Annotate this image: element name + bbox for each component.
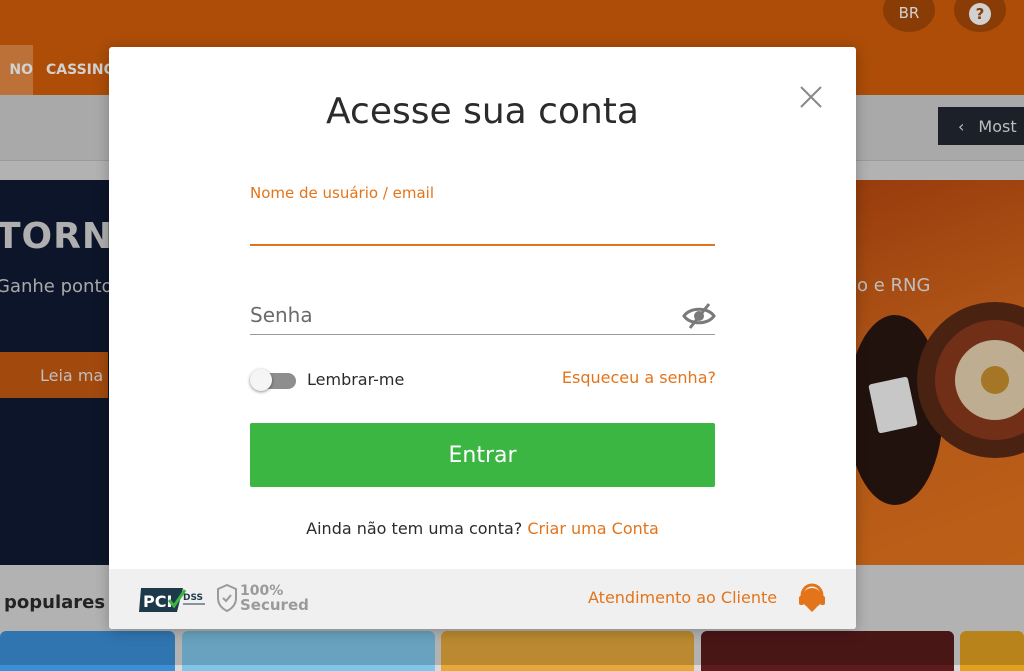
forgot-password-link[interactable]: Esqueceu a senha? xyxy=(556,368,716,387)
login-modal: Acesse sua conta Nome de usuário / email… xyxy=(109,47,856,629)
modal-footer: PCI DSS 100% Secured Atendimento ao Clie… xyxy=(109,569,856,629)
secured-badge: 100% Secured xyxy=(217,584,309,614)
password-underline xyxy=(250,334,715,335)
login-submit-button[interactable]: Entrar xyxy=(250,423,715,487)
remember-me-toggle[interactable] xyxy=(250,369,297,391)
password-input[interactable] xyxy=(250,297,670,333)
username-underline xyxy=(250,244,715,246)
modal-title: Acesse sua conta xyxy=(326,91,639,132)
svg-text:PCI: PCI xyxy=(143,592,172,611)
remember-me-label: Lembrar-me xyxy=(307,370,405,389)
pci-dss-logo: PCI DSS xyxy=(139,588,205,612)
secured-text: Secured xyxy=(240,596,309,614)
eye-slash-icon[interactable] xyxy=(682,301,716,331)
create-account-link[interactable]: Criar uma Conta xyxy=(527,519,658,538)
svg-text:DSS: DSS xyxy=(183,593,203,603)
username-input[interactable] xyxy=(250,210,719,244)
customer-support-link[interactable]: Atendimento ao Cliente xyxy=(588,588,777,607)
shield-lock-icon xyxy=(217,584,237,612)
headset-icon[interactable] xyxy=(798,583,826,613)
signup-prompt-text: Ainda não tem uma conta? xyxy=(306,519,523,538)
signup-prompt: Ainda não tem uma conta? Criar uma Conta xyxy=(109,519,856,538)
username-label: Nome de usuário / email xyxy=(250,184,435,202)
